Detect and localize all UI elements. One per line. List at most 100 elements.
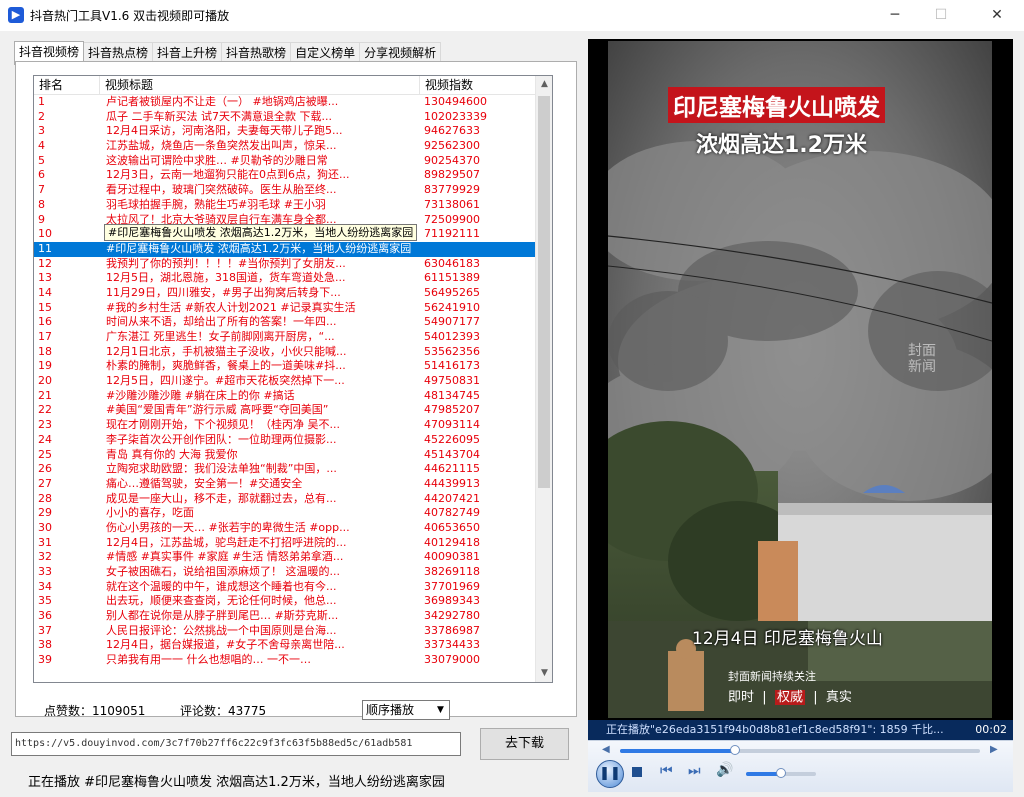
next-icon[interactable]: ⏭ [688,763,701,779]
table-row[interactable]: 26 立陶宛求助欧盟：我们没法单独“制裁”中国，... 44621115 [34,462,537,477]
row-index: 47093114 [424,418,480,432]
table-row[interactable]: 34 就在这个温暖的中午，谁成想这个睡着也有今... 37701969 [34,580,537,595]
table-row[interactable]: 25 青岛 真有你的 大海 我爱你 45143704 [34,448,537,463]
table-row[interactable]: 30 伤心小男孩的一天… #张若宇的卑微生活 #opp... 40653650 [34,521,537,536]
table-row[interactable]: 7 看牙过程中，玻璃门突然破碎。医生从胎至终... 83779929 [34,183,537,198]
previous-icon[interactable]: ⏮ [660,763,673,779]
table-row[interactable]: 32 #情感 #真实事件 #家庭 #生活 情怒弟弟拿酒... 40090381 [34,550,537,565]
minimize-icon[interactable]: ─ [872,0,918,31]
seek-forward-icon[interactable]: ▶ [990,744,998,755]
column-header-title[interactable]: 视频标题 [100,76,420,95]
row-title: 就在这个温暖的中午，谁成想这个睡着也有今... [106,579,337,593]
row-title: 小小的喜存，吃面 [106,506,194,520]
table-row[interactable]: 11 #印尼塞梅鲁火山喷发 浓烟高达1.2万米，当地人纷纷逃离家园 [34,241,537,257]
play-mode-select[interactable]: 顺序播放 ▼ [362,700,450,720]
video-headline-white: 浓烟高达1.2万米 [696,133,867,158]
table-row[interactable]: 18 12月1日北京，手机被猫主子没收，小伙只能喊... 53562356 [34,345,537,360]
table-row[interactable]: 33 女子被困礁石，说给祖国添麻烦了！ 这温暖的... 38269118 [34,565,537,580]
table-row[interactable]: 24 李子柒首次公开创作团队：一位助理两位摄影... 45226095 [34,433,537,448]
table-row[interactable]: 38 12月4日，据台媒报道，#女子不舍母亲离世陪... 33734433 [34,638,537,653]
table-row[interactable]: 16 时间从来不语，却给出了所有的答案！一年四... 54907177 [34,315,537,330]
table-row[interactable]: 3 12月4日采访，河南洛阳，夫妻每天带儿子跑5... 94627633 [34,124,537,139]
table-row[interactable]: 2 瓜子 二手车新买法 试7天不满意退全款 下载... 102023339 [34,110,537,125]
maximize-icon[interactable]: ☐ [918,0,964,31]
row-rank: 16 [38,315,52,329]
seek-back-icon[interactable]: ◀ [602,744,610,755]
column-header-rank[interactable]: 排名 [34,76,100,95]
video-lower-third: 封面新闻持续关注 即时 | 权威 | 真实 [708,666,978,710]
row-index: 38269118 [424,565,480,578]
table-row[interactable]: 19 朴素的腌制，爽脆鲜香，餐桌上的一道美味#抖... 51416173 [34,359,537,374]
scroll-up-icon[interactable]: ▲ [536,76,552,93]
table-row[interactable]: 37 人民日报评论：公然挑战一个中国原则是台海... 33786987 [34,624,537,639]
close-icon[interactable]: ✕ [974,0,1020,31]
table-row[interactable]: 8 羽毛球拍握手腕，熟能生巧#羽毛球 #王小羽 73138061 [34,198,537,213]
table-row[interactable]: 17 广东湛江 死里逃生！女子前脚刚离开厨房，“... 54012393 [34,330,537,345]
player-status-text: 正在播放"e26eda3151f94b0d8b81ef1c8ed58f91": … [606,723,944,736]
video-player[interactable]: 印尼塞梅鲁火山喷发 浓烟高达1.2万米 封面新闻 12月4日 印尼塞梅鲁火山 封… [588,39,1013,720]
table-row[interactable]: 4 江苏盐城，烧鱼店一条鱼突然发出叫声，惊呆... 92562300 [34,139,537,154]
row-title: 痛心…遵循驾驶，安全第一！#交通安全 [106,476,303,490]
video-list[interactable]: 排名 视频标题 视频指数 1 卢记者被锁屋内不让走（一） #地锅鸡店被曝... 13… [33,75,553,683]
row-rank: 23 [38,418,52,432]
video-caption: 12月4日 印尼塞梅鲁火山 [692,629,883,649]
volume-slider[interactable] [746,768,816,778]
column-header-index[interactable]: 视频指数 [420,76,537,95]
table-row[interactable]: 36 别人都在说你是从脖子胖到尾巴… #斯芬克斯... 34292780 [34,609,537,624]
now-playing-label: 正在播放 #印尼塞梅鲁火山喷发 浓烟高达1.2万米，当地人纷纷逃离家园 [28,775,445,790]
row-rank: 1 [38,95,45,108]
slogan-3: 真实 [825,690,852,705]
table-row[interactable]: 6 12月3日，云南一地遛狗只能在0点到6点，狗还... 89829507 [34,168,537,183]
table-row[interactable]: 15 #我的乡村生活 #新农人计划2021 #记录真实生活 56241910 [34,301,537,316]
row-title: 12月4日，据台媒报道，#女子不舍母亲离世陪... [106,638,345,652]
seek-thumb[interactable] [730,745,741,755]
row-index: 90254370 [424,153,480,167]
seek-bar[interactable]: ◀ ▶ [602,744,1000,755]
table-row[interactable]: 35 出去玩，顺便来查查岗，无论任何时候，他总... 36989343 [34,594,537,609]
table-row[interactable]: 29 小小的喜存，吃面 40782749 [34,506,537,521]
table-row[interactable]: 22 #美国“爱国青年”游行示威 高呼要“夺回美国” 47985207 [34,403,537,418]
row-title: 卢记者被锁屋内不让走（一） #地锅鸡店被曝... [106,95,339,108]
row-rank: 34 [38,579,52,593]
table-row[interactable]: 21 #沙雕沙雕沙雕 #躺在床上的你 #搞话 48134745 [34,389,537,404]
table-row[interactable]: 23 现在才刚刚开始，下个视频见！（桂丙净 吴不... 47093114 [34,418,537,433]
video-url-field[interactable]: https://v5.douyinvod.com/3c7f70b27ff6c22… [11,732,461,756]
row-index: 33786987 [424,623,480,637]
player-status-bar: 正在播放"e26eda3151f94b0d8b81ef1c8ed58f91": … [588,720,1013,740]
row-title: 羽毛球拍握手腕，熟能生巧#羽毛球 #王小羽 [106,197,326,211]
row-index: 37701969 [424,579,480,593]
seek-fill [620,749,736,753]
table-row[interactable]: 14 11月29日，四川雅安，#男子出狗窝后转身下... 56495265 [34,286,537,301]
row-index: 36989343 [424,594,480,608]
video-headline-red: 印尼塞梅鲁火山喷发 [668,87,885,123]
table-row[interactable]: 1 卢记者被锁屋内不让走（一） #地锅鸡店被曝... 130494600 [34,95,537,110]
table-row[interactable]: 39 只弟我有用一一 什么也想唱的… 一不一… 33079000 [34,653,537,668]
table-row[interactable]: 27 痛心…遵循驾驶，安全第一！#交通安全 44439913 [34,477,537,492]
row-rank: 9 [38,212,45,226]
row-index: 56241910 [424,300,480,314]
scroll-down-icon[interactable]: ▼ [536,665,552,682]
table-row[interactable]: 5 这波输出可谓险中求胜… #贝勒爷的沙雕日常 90254370 [34,154,537,169]
table-row[interactable]: 31 12月4日，江苏盐城，驼鸟赶走不打招呼进院的... 40129418 [34,536,537,551]
row-rank: 18 [38,344,52,358]
download-button[interactable]: 去下载 [480,728,569,760]
scroll-thumb[interactable] [538,96,550,488]
volume-icon[interactable]: 🔊 [716,762,733,778]
row-index: 72509900 [424,212,480,226]
table-row[interactable]: 28 成见是一座大山，移不走，那就翻过去，总有... 44207421 [34,492,537,507]
table-row[interactable]: 13 12月5日，湖北恩施，318国道，货车弯道处急... 61151389 [34,271,537,286]
row-title: 看牙过程中，玻璃门突然破碎。医生从胎至终... [106,183,337,197]
row-rank: 21 [38,388,52,402]
table-row[interactable]: 20 12月5日，四川遂宁。#超市天花板突然掉下一... 49750831 [34,374,537,389]
pause-icon[interactable]: ❚❚ [596,760,624,788]
row-index: 54907177 [424,315,480,329]
row-rank: 29 [38,506,52,520]
volume-thumb[interactable] [776,768,786,778]
video-frame[interactable]: 印尼塞梅鲁火山喷发 浓烟高达1.2万米 封面新闻 12月4日 印尼塞梅鲁火山 封… [608,41,992,718]
list-scrollbar[interactable]: ▲ ▼ [535,76,552,682]
row-title: 12月5日，湖北恩施，318国道，货车弯道处急... [106,271,346,285]
row-title: #美国“爱国青年”游行示威 高呼要“夺回美国” [106,403,329,417]
chevron-down-icon[interactable]: ▼ [432,701,449,719]
stop-icon[interactable] [630,765,644,779]
table-row[interactable]: 12 我预判了你的预判！！！！#当你预判了女朋友... 63046183 [34,257,537,272]
